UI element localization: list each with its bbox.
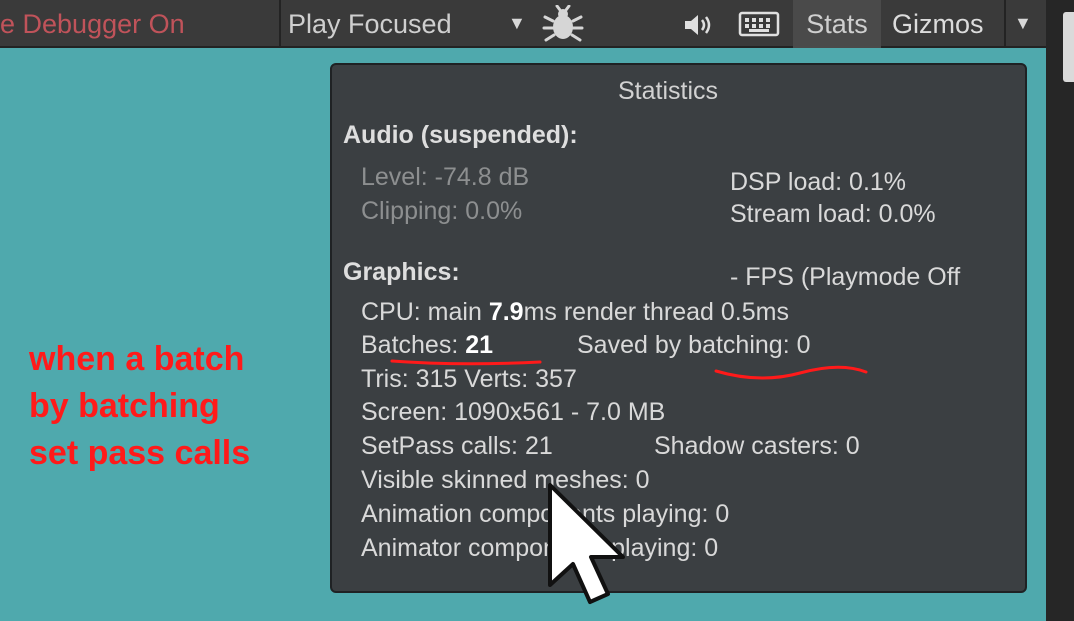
audio-icon[interactable] (683, 11, 715, 39)
screen-stat: Screen: 1090x561 - 7.0 MB (361, 398, 666, 426)
toolbar-divider (1004, 0, 1006, 48)
annotation-line: set pass calls (29, 434, 251, 472)
batches-label: Batches: (361, 331, 466, 359)
stream-load: Stream load: 0.0% (730, 200, 936, 228)
cpu-suffix: ms render thread 0.5ms (523, 298, 789, 326)
statistics-panel: Statistics Audio (suspended): Level: -74… (330, 63, 1027, 593)
gizmos-toggle[interactable]: Gizmos (892, 9, 984, 40)
audio-header: Audio (suspended): (343, 121, 578, 149)
panel-tab[interactable] (1063, 12, 1074, 82)
toolbar: e Debugger On Play Focused ▼ Stats Gizmo… (0, 0, 1046, 48)
play-mode-dropdown[interactable]: Play Focused (288, 9, 452, 40)
bug-icon[interactable] (541, 5, 585, 43)
panel-title: Statistics (618, 77, 719, 105)
batches-value: 21 (465, 331, 494, 359)
audio-clipping: Clipping: 0.0% (361, 197, 523, 225)
fps-readout: - FPS (Playmode Off (730, 263, 961, 291)
cpu-stats: CPU: main 7.9ms render thread 0.5ms (361, 298, 789, 327)
toolbar-divider (279, 0, 281, 48)
stats-toggle[interactable]: Stats (793, 0, 881, 48)
debugger-toggle[interactable]: e Debugger On (0, 9, 185, 40)
annotation-line: by batching (29, 387, 220, 425)
chevron-down-icon[interactable]: ▼ (508, 13, 526, 34)
dsp-load: DSP load: 0.1% (730, 168, 907, 196)
cpu-prefix: CPU: main (361, 298, 489, 326)
tris-verts: Tris: 315 Verts: 357 (361, 365, 577, 393)
setpass-calls: SetPass calls: 21 (361, 432, 553, 460)
annotation-line: when a batch (29, 340, 245, 378)
chevron-down-icon[interactable]: ▼ (1014, 13, 1032, 34)
cpu-main-value: 7.9 (488, 298, 524, 326)
mouse-cursor-icon (548, 483, 625, 604)
graphics-header: Graphics: (343, 258, 460, 286)
right-panel-edge (1046, 0, 1074, 621)
keyboard-icon[interactable] (738, 9, 780, 39)
shadow-casters: Shadow casters: 0 (654, 432, 860, 460)
saved-by-batching: Saved by batching: 0 (577, 331, 811, 359)
batches-stat: Batches: 21 (361, 331, 493, 360)
audio-level: Level: -74.8 dB (361, 163, 530, 191)
